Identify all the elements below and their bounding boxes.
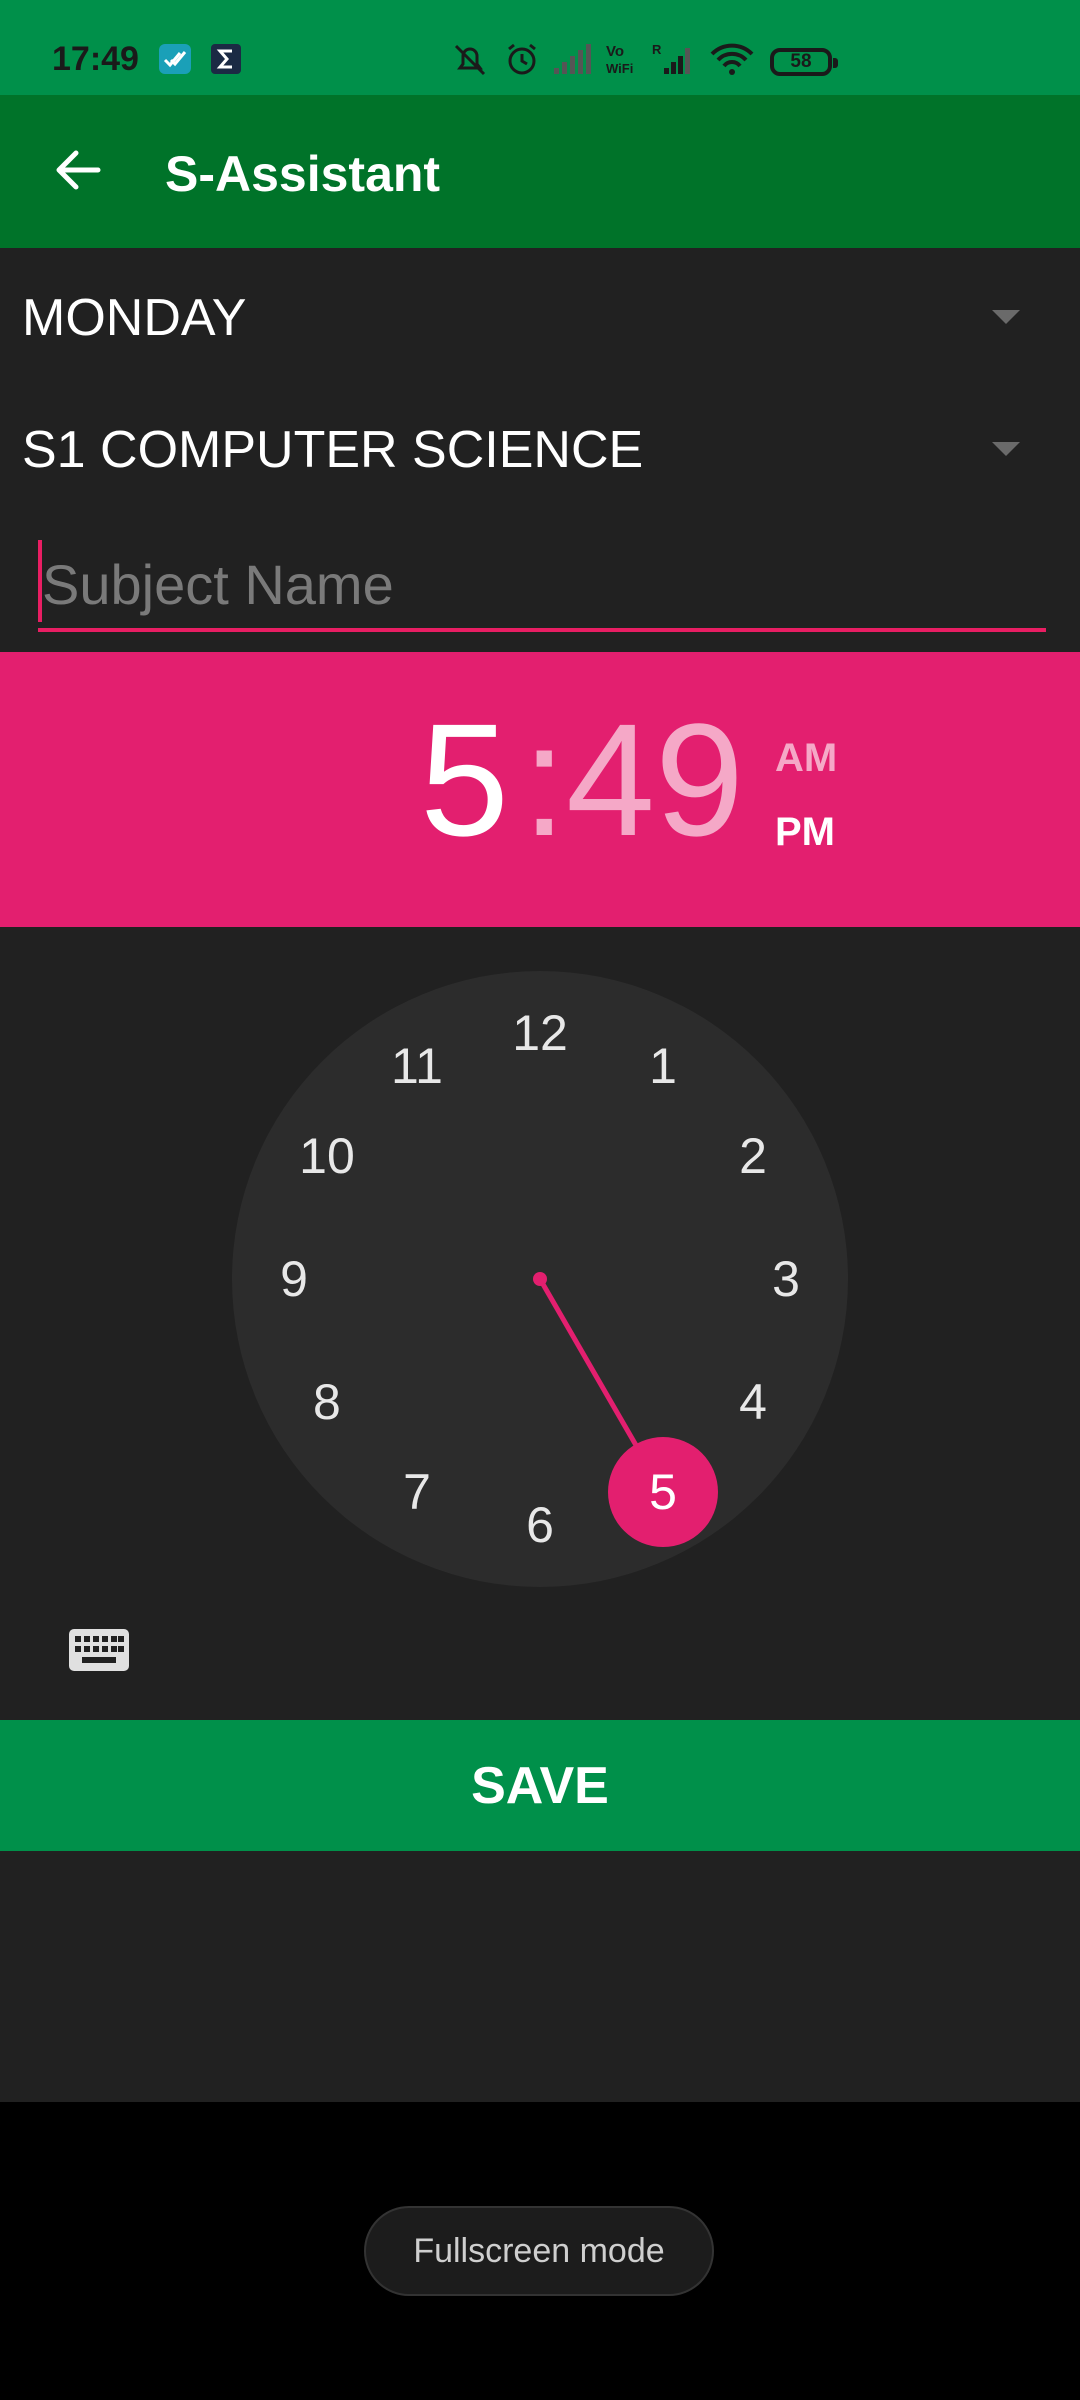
clock-number-5[interactable]: 5 (623, 1462, 703, 1522)
signal-icon (554, 44, 591, 74)
clock-number-7[interactable]: 7 (377, 1462, 457, 1522)
clock-number-12[interactable]: 12 (500, 1003, 580, 1063)
pm-toggle[interactable]: PM (775, 810, 835, 855)
arrow-back-icon (56, 150, 101, 190)
clock-number-4[interactable]: 4 (713, 1372, 793, 1432)
svg-text:Vo: Vo (606, 43, 624, 60)
check-badge-icon (159, 44, 191, 74)
time-minute[interactable]: 49 (566, 700, 744, 860)
dropdown-arrow-icon (992, 310, 1020, 324)
am-toggle[interactable]: AM (775, 736, 837, 781)
battery-icon: 58 (770, 48, 838, 76)
signal-roaming-icon: R (652, 42, 690, 74)
day-spinner[interactable]: MONDAY (0, 258, 1080, 378)
svg-text:WiFi: WiFi (606, 61, 633, 76)
text-caret (38, 540, 42, 622)
clock-number-10[interactable]: 10 (287, 1126, 367, 1186)
save-button[interactable]: SAVE (0, 1720, 1080, 1851)
clock-number-1[interactable]: 1 (623, 1036, 703, 1096)
sigma-icon (211, 44, 241, 74)
app-title: S-Assistant (165, 146, 441, 202)
clock-number-9[interactable]: 9 (254, 1249, 334, 1309)
wifi-icon (710, 43, 754, 75)
day-spinner-label: MONDAY (22, 289, 247, 347)
time-separator: : (522, 690, 567, 869)
svg-text:R: R (652, 42, 662, 57)
clock-number-8[interactable]: 8 (287, 1372, 367, 1432)
mute-icon (454, 44, 486, 76)
class-spinner[interactable]: S1 COMPUTER SCIENCE (0, 390, 1080, 510)
fullscreen-mode-button[interactable]: Fullscreen mode (364, 2206, 714, 2296)
clock-number-3[interactable]: 3 (746, 1249, 826, 1309)
subject-name-field (38, 540, 1046, 632)
dropdown-arrow-icon (992, 442, 1020, 456)
keyboard-icon[interactable] (68, 1628, 130, 1672)
volte-wifi-icon: Vo WiFi (606, 43, 633, 76)
back-button[interactable] (38, 130, 118, 210)
class-spinner-label: S1 COMPUTER SCIENCE (22, 421, 644, 479)
time-hour[interactable]: 5 (420, 700, 509, 860)
app-bar (0, 95, 1080, 248)
clock-number-2[interactable]: 2 (713, 1126, 793, 1186)
alarm-icon (508, 43, 536, 75)
clock-number-6[interactable]: 6 (500, 1495, 580, 1555)
status-time: 17:49 (52, 40, 139, 78)
clock-number-11[interactable]: 11 (377, 1036, 457, 1096)
subject-name-input[interactable] (38, 540, 1046, 632)
